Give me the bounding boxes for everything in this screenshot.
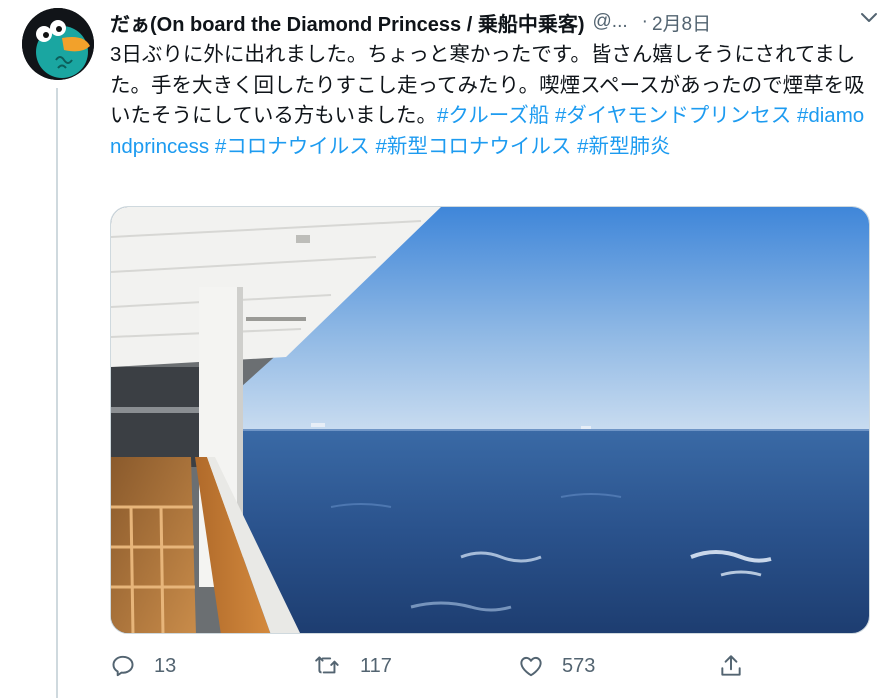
- hashtag-link[interactable]: #コロナウイルス: [215, 135, 370, 158]
- retweet-count: 117: [360, 654, 392, 677]
- hashtag-link[interactable]: #ダイヤモンドプリンセス: [555, 104, 791, 127]
- tweet-photo[interactable]: [110, 206, 870, 634]
- reply-button[interactable]: 13: [110, 648, 176, 684]
- tweet-actions: 13 117 573: [110, 648, 870, 684]
- hashtag-link[interactable]: #クルーズ船: [437, 104, 549, 127]
- like-count: 573: [562, 654, 596, 677]
- ship-deck-ocean-photo: [111, 207, 869, 633]
- reply-icon: [112, 655, 134, 677]
- chevron-down-icon: [861, 13, 877, 22]
- reply-count: 13: [154, 654, 177, 677]
- display-name[interactable]: だぁ(On board the Diamond Princess / 乗船中乗客…: [110, 8, 585, 37]
- thread-line: [56, 88, 58, 698]
- separator-dot: ·: [641, 11, 648, 32]
- hashtag-link[interactable]: #新型肺炎: [577, 135, 670, 158]
- tweet-text: 3日ぶりに外に出れました。ちょっと寒かったです。皆さん嬉しそうにされてました。手…: [110, 40, 870, 162]
- share-icon: [721, 655, 741, 676]
- tweet-date[interactable]: 2月8日: [652, 9, 711, 36]
- avatar[interactable]: [22, 8, 94, 80]
- hashtag-link[interactable]: #新型コロナウイルス: [375, 135, 571, 158]
- more-options-button[interactable]: [858, 6, 880, 28]
- tweet-header: だぁ(On board the Diamond Princess / 乗船中乗客…: [110, 6, 870, 38]
- platypus-avatar-icon: [22, 8, 94, 80]
- heart-icon: [520, 656, 542, 677]
- like-button[interactable]: 573: [518, 648, 595, 684]
- share-button[interactable]: [718, 648, 744, 684]
- retweet-icon: [315, 656, 339, 674]
- user-handle[interactable]: @...: [593, 11, 628, 33]
- retweet-button[interactable]: 117: [314, 648, 392, 684]
